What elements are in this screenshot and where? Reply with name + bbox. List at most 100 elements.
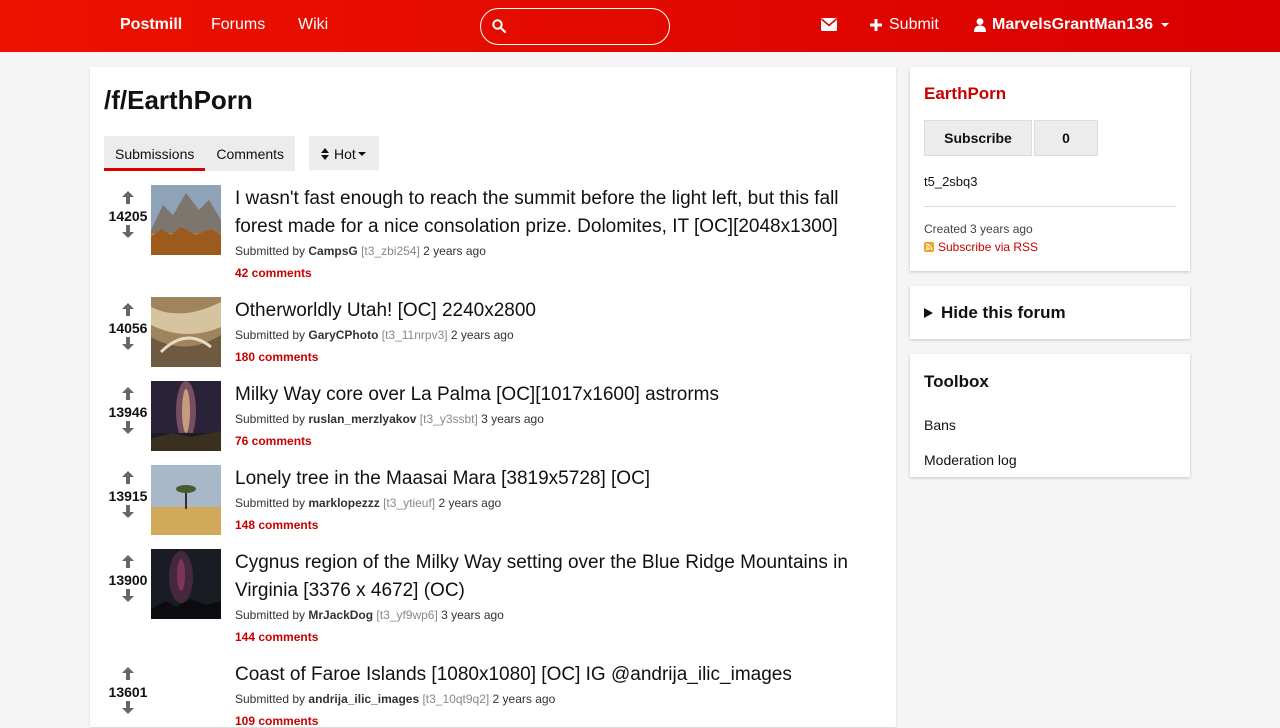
submitted-by-label: Submitted by bbox=[235, 328, 306, 342]
upvote-icon[interactable] bbox=[122, 555, 134, 568]
sort-dropdown[interactable]: Hot bbox=[309, 136, 379, 170]
downvote-icon[interactable] bbox=[122, 701, 134, 714]
disclosure-triangle-icon bbox=[924, 308, 933, 318]
author-link[interactable]: MrJackDog bbox=[308, 608, 373, 622]
chevron-down-icon bbox=[357, 152, 366, 156]
top-navbar: Postmill Forums Wiki Submit MarvelsGrant… bbox=[0, 0, 1280, 52]
submission-id: [t3_ytieuf] bbox=[383, 496, 436, 510]
rss-label: Subscribe via RSS bbox=[938, 240, 1039, 254]
submission-title-link[interactable]: Lonely tree in the Maasai Mara [3819x572… bbox=[235, 465, 855, 493]
submit-label: Submit bbox=[889, 16, 939, 33]
submitted-by-label: Submitted by bbox=[235, 608, 306, 622]
submit-link[interactable]: Submit bbox=[870, 16, 939, 34]
comments-link[interactable]: 42 comments bbox=[235, 266, 312, 280]
envelope-icon[interactable] bbox=[820, 18, 838, 34]
timestamp: 2 years ago bbox=[438, 496, 502, 510]
thumbnail-image[interactable] bbox=[151, 297, 221, 367]
search-input[interactable] bbox=[480, 8, 670, 45]
score: 13601 bbox=[108, 684, 148, 700]
thumbnail-image[interactable] bbox=[151, 381, 221, 451]
author-link[interactable]: ruslan_merzlyakov bbox=[308, 412, 416, 426]
upvote-icon[interactable] bbox=[122, 667, 134, 680]
author-link[interactable]: CampsG bbox=[308, 244, 357, 258]
nav-forums-link[interactable]: Forums bbox=[211, 16, 265, 34]
submission-meta: Submitted by MrJackDog [t3_yf9wp6] 3 yea… bbox=[235, 608, 504, 622]
author-link[interactable]: marklopezzz bbox=[308, 496, 379, 510]
vote-widget: 13946 bbox=[102, 387, 154, 437]
submitted-by-label: Submitted by bbox=[235, 412, 306, 426]
toolbox-panel: Toolbox Bans Moderation log bbox=[910, 354, 1190, 477]
timestamp: 3 years ago bbox=[441, 608, 504, 622]
vote-widget: 14205 bbox=[102, 191, 154, 241]
thumbnail-image[interactable] bbox=[151, 549, 221, 619]
rss-icon bbox=[924, 242, 934, 252]
nav-wiki-link[interactable]: Wiki bbox=[298, 16, 328, 34]
author-link[interactable]: GaryCPhoto bbox=[308, 328, 378, 342]
hide-forum-panel[interactable]: Hide this forum bbox=[910, 286, 1190, 339]
downvote-icon[interactable] bbox=[122, 505, 134, 518]
forum-info-panel: EarthPorn Subscribe 0 t5_2sbq3 Created 3… bbox=[910, 67, 1190, 271]
submission-id: [t3_11nrpv3] bbox=[381, 328, 448, 342]
brand-link[interactable]: Postmill bbox=[120, 16, 182, 34]
comments-link[interactable]: 144 comments bbox=[235, 630, 318, 644]
submission-title-link[interactable]: Coast of Faroe Islands [1080x1080] [OC] … bbox=[235, 661, 855, 689]
moderation-log-link[interactable]: Moderation log bbox=[924, 452, 1017, 468]
submitted-by-label: Submitted by bbox=[235, 244, 306, 258]
upvote-icon[interactable] bbox=[122, 471, 134, 484]
upvote-icon[interactable] bbox=[122, 303, 134, 316]
submission-title-link[interactable]: Otherworldly Utah! [OC] 2240x2800 bbox=[235, 297, 855, 325]
subscriber-count: 0 bbox=[1034, 120, 1098, 156]
downvote-icon[interactable] bbox=[122, 421, 134, 434]
submission-id: [t3_zbi254] bbox=[361, 244, 420, 258]
comments-link[interactable]: 180 comments bbox=[235, 350, 318, 364]
submission-title-link[interactable]: Milky Way core over La Palma [OC][1017x1… bbox=[235, 381, 855, 409]
score: 13946 bbox=[108, 404, 148, 420]
vote-widget: 13915 bbox=[102, 471, 154, 521]
submission-meta: Submitted by marklopezzz [t3_ytieuf] 2 y… bbox=[235, 496, 501, 510]
upvote-icon[interactable] bbox=[122, 191, 134, 204]
upvote-icon[interactable] bbox=[122, 387, 134, 400]
forum-id: t5_2sbq3 bbox=[924, 174, 978, 189]
submission-meta: Submitted by CampsG [t3_zbi254] 2 years … bbox=[235, 244, 486, 258]
chevron-down-icon bbox=[1160, 23, 1169, 27]
comments-link[interactable]: 109 comments bbox=[235, 714, 318, 728]
rss-link[interactable]: Subscribe via RSS bbox=[924, 240, 1038, 254]
timestamp: 3 years ago bbox=[481, 412, 544, 426]
submission-title-link[interactable]: I wasn't fast enough to reach the summit… bbox=[235, 185, 855, 241]
thumbnail-image[interactable] bbox=[151, 185, 221, 255]
plus-icon bbox=[870, 19, 882, 31]
page-title: /f/EarthPorn bbox=[104, 85, 253, 115]
hide-forum-label: Hide this forum bbox=[941, 303, 1066, 322]
created-date: Created 3 years ago bbox=[924, 222, 1033, 236]
score: 13900 bbox=[108, 572, 148, 588]
username: MarvelsGrantMan136 bbox=[992, 16, 1153, 33]
vote-widget: 14056 bbox=[102, 303, 154, 353]
downvote-icon[interactable] bbox=[122, 337, 134, 350]
timestamp: 2 years ago bbox=[492, 692, 556, 706]
score: 14056 bbox=[108, 320, 148, 336]
submission-id: [t3_yf9wp6] bbox=[376, 608, 438, 622]
downvote-icon[interactable] bbox=[122, 589, 134, 602]
user-menu[interactable]: MarvelsGrantMan136 bbox=[974, 16, 1169, 34]
submission-title-link[interactable]: Cygnus region of the Milky Way setting o… bbox=[235, 549, 855, 605]
forum-name-link[interactable]: EarthPorn bbox=[924, 84, 1006, 104]
bans-link[interactable]: Bans bbox=[924, 417, 956, 433]
sort-icon bbox=[321, 148, 329, 160]
comments-link[interactable]: 76 comments bbox=[235, 434, 312, 448]
tab-comments[interactable]: Comments bbox=[205, 136, 295, 171]
submission-meta: Submitted by ruslan_merzlyakov [t3_y3ssb… bbox=[235, 412, 544, 426]
tab-submissions[interactable]: Submissions bbox=[104, 136, 206, 171]
score: 13915 bbox=[108, 488, 148, 504]
subscribe-button[interactable]: Subscribe bbox=[924, 120, 1032, 156]
sort-label: Hot bbox=[334, 146, 356, 162]
comments-link[interactable]: 148 comments bbox=[235, 518, 318, 532]
tab-bar: Submissions Comments bbox=[104, 136, 295, 171]
score: 14205 bbox=[108, 208, 148, 224]
thumbnail-image[interactable] bbox=[151, 465, 221, 535]
hide-forum-toggle[interactable]: Hide this forum bbox=[924, 303, 1066, 323]
timestamp: 2 years ago bbox=[450, 328, 514, 342]
user-icon bbox=[974, 18, 986, 32]
author-link[interactable]: andrija_ilic_images bbox=[308, 692, 419, 706]
submission-id: [t3_10qt9q2] bbox=[422, 692, 490, 706]
downvote-icon[interactable] bbox=[122, 225, 134, 238]
